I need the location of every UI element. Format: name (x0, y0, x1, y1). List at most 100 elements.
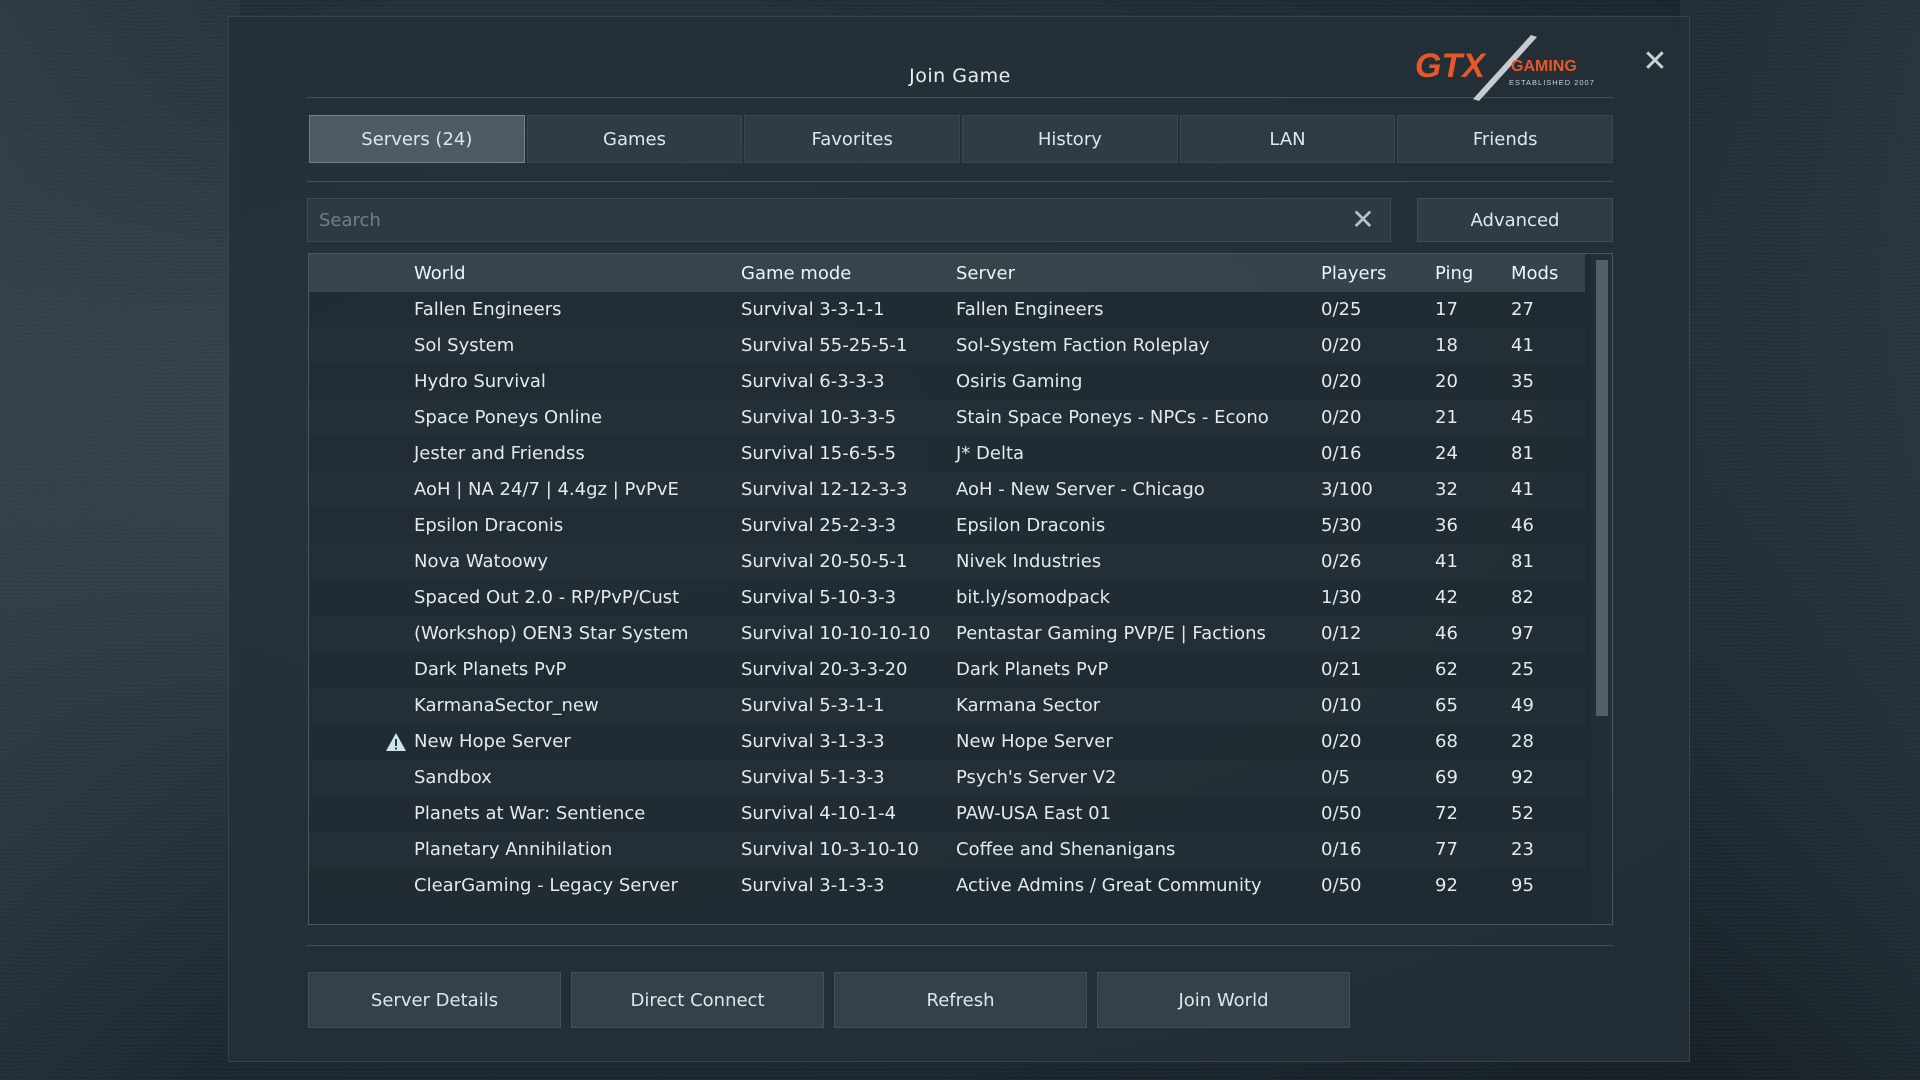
table-row[interactable]: ClearGaming - Legacy Server Survival 3-1-… (309, 868, 1585, 904)
cell-server: New Hope Server (956, 731, 1113, 752)
cell-game-mode: Survival 12-12-3-3 (741, 479, 908, 500)
table-row[interactable]: Dark Planets PvP Survival 20-3-3-20 Dark P… (309, 652, 1585, 688)
cell-ping: 46 (1435, 623, 1458, 644)
cell-world: (Workshop) OEN3 Star System (414, 623, 689, 644)
cell-mods: 28 (1511, 731, 1534, 752)
cell-world: Sandbox (414, 767, 492, 788)
background-right (1680, 0, 1920, 1080)
cell-ping: 21 (1435, 407, 1458, 428)
search-input[interactable] (308, 199, 1338, 241)
cell-ping: 36 (1435, 515, 1458, 536)
action-buttons: Server Details Direct Connect Refresh Jo… (308, 972, 1350, 1028)
cell-world: Hydro Survival (414, 371, 546, 392)
table-row[interactable]: Fallen Engineers Survival 3-3-1-1 Fallen E… (309, 292, 1585, 328)
cell-server: Epsilon Draconis (956, 515, 1106, 536)
background-left (0, 0, 240, 1080)
cell-server: bit.ly/somodpack (956, 587, 1111, 608)
header-players[interactable]: Players (1321, 263, 1386, 284)
table-row[interactable]: Nova Watoowy Survival 20-50-5-1 Nivek Indu… (309, 544, 1585, 580)
tab-lan[interactable]: LAN (1179, 115, 1396, 163)
cell-world: Planets at War: Sentience (414, 803, 646, 824)
cell-mods: 35 (1511, 371, 1534, 392)
tabs-divider (307, 181, 1613, 182)
cell-ping: 32 (1435, 479, 1458, 500)
table-row[interactable]: Sol System Survival 55-25-5-1 Sol-System F… (309, 328, 1585, 364)
cell-game-mode: Survival 20-50-5-1 (741, 551, 908, 572)
cell-game-mode: Survival 3-3-1-1 (741, 299, 885, 320)
header-mods[interactable]: Mods (1511, 263, 1558, 284)
cell-game-mode: Survival 5-1-3-3 (741, 767, 885, 788)
cell-players: 0/26 (1321, 551, 1362, 572)
scroll-thumb[interactable] (1596, 260, 1608, 716)
cell-mods: 92 (1511, 767, 1534, 788)
cell-game-mode: Survival 3-1-3-3 (741, 731, 885, 752)
table-row[interactable]: Hydro Survival Survival 6-3-3-3 Osiris Gam… (309, 364, 1585, 400)
cell-players: 0/16 (1321, 839, 1362, 860)
tab-history[interactable]: History (962, 115, 1178, 163)
table-row[interactable]: Planets at War: Sentience Survival 4-10-1… (309, 796, 1585, 832)
warning-icon (386, 733, 406, 751)
cell-ping: 65 (1435, 695, 1458, 716)
cell-players: 0/16 (1321, 443, 1362, 464)
advanced-button[interactable]: Advanced (1417, 198, 1613, 242)
server-table: World Game mode Server Players Ping Mods… (308, 253, 1613, 925)
cell-game-mode: Survival 3-1-3-3 (741, 875, 885, 896)
cell-server: J* Delta (956, 443, 1025, 464)
cell-players: 0/20 (1321, 407, 1362, 428)
table-row[interactable]: New Hope Server Survival 3-1-3-3 New Hope … (309, 724, 1585, 760)
cell-mods: 82 (1511, 587, 1534, 608)
tab-servers[interactable]: Servers (24) (309, 115, 525, 163)
table-row[interactable]: Sandbox Survival 5-1-3-3 Psych's Server V2… (309, 760, 1585, 796)
cell-mods: 81 (1511, 443, 1534, 464)
cell-players: 0/20 (1321, 371, 1362, 392)
cell-players: 0/21 (1321, 659, 1362, 680)
direct-connect-button[interactable]: Direct Connect (571, 972, 824, 1028)
table-row[interactable]: KarmanaSector_new Survival 5-3-1-1 Karmana… (309, 688, 1585, 724)
table-scrollbar[interactable] (1591, 254, 1612, 924)
join-world-button[interactable]: Join World (1097, 972, 1350, 1028)
cell-server: Osiris Gaming (956, 371, 1083, 392)
cell-ping: 69 (1435, 767, 1458, 788)
gtx-gaming-logo: GTX GAMING ESTABLISHED 2007 (1415, 35, 1594, 101)
cell-game-mode: Survival 10-3-3-5 (741, 407, 897, 428)
cell-world: Nova Watoowy (414, 551, 549, 572)
table-row[interactable]: Space Poneys Online Survival 10-3-3-5 Stai… (309, 400, 1585, 436)
header-world[interactable]: World (414, 263, 466, 284)
cell-server: AoH - New Server - Chicago (956, 479, 1205, 500)
table-row[interactable]: Epsilon Draconis Survival 25-2-3-3 Epsilon… (309, 508, 1585, 544)
join-game-dialog: GTX GAMING ESTABLISHED 2007 ✕ Join Game … (228, 16, 1690, 1062)
tab-friends[interactable]: Friends (1397, 115, 1614, 163)
table-row[interactable]: Spaced Out 2.0 - RP/PvP/Cust Survival 5-1… (309, 580, 1585, 616)
cell-mods: 49 (1511, 695, 1534, 716)
header-server[interactable]: Server (956, 263, 1015, 284)
cell-mods: 46 (1511, 515, 1534, 536)
cell-game-mode: Survival 10-3-10-10 (741, 839, 919, 860)
header-game-mode[interactable]: Game mode (741, 263, 851, 284)
table-row[interactable]: (Workshop) OEN3 Star System Survival 10-1… (309, 616, 1585, 652)
footer-divider (307, 945, 1613, 946)
cell-world: New Hope Server (414, 731, 571, 752)
search-clear-button[interactable]: ✕ (1348, 205, 1378, 235)
table-row[interactable]: AoH | NA 24/7 | 4.4gz | PvPvE Survival 12… (309, 472, 1585, 508)
tab-favorites[interactable]: Favorites (744, 115, 961, 163)
header-ping[interactable]: Ping (1435, 263, 1473, 284)
table-row[interactable]: Jester and Friendss Survival 15-6-5-5 J* D… (309, 436, 1585, 472)
cell-world: ClearGaming - Legacy Server (414, 875, 678, 896)
cell-ping: 18 (1435, 335, 1458, 356)
cell-players: 1/30 (1321, 587, 1362, 608)
tab-games[interactable]: Games (526, 115, 743, 163)
title-divider (307, 97, 1613, 98)
cell-world: KarmanaSector_new (414, 695, 599, 716)
server-details-button[interactable]: Server Details (308, 972, 561, 1028)
cell-server: Dark Planets PvP (956, 659, 1109, 680)
cell-world: Dark Planets PvP (414, 659, 567, 680)
cell-mods: 97 (1511, 623, 1534, 644)
refresh-button[interactable]: Refresh (834, 972, 1087, 1028)
tab-bar: Servers (24) Games Favorites History LAN… (309, 115, 1614, 163)
cell-game-mode: Survival 20-3-3-20 (741, 659, 908, 680)
cell-world: Space Poneys Online (414, 407, 603, 428)
cell-game-mode: Survival 10-10-10-10 (741, 623, 931, 644)
table-row[interactable]: Planetary Annihilation Survival 10-3-10-1… (309, 832, 1585, 868)
cell-players: 0/50 (1321, 875, 1362, 896)
cell-world: Sol System (414, 335, 515, 356)
